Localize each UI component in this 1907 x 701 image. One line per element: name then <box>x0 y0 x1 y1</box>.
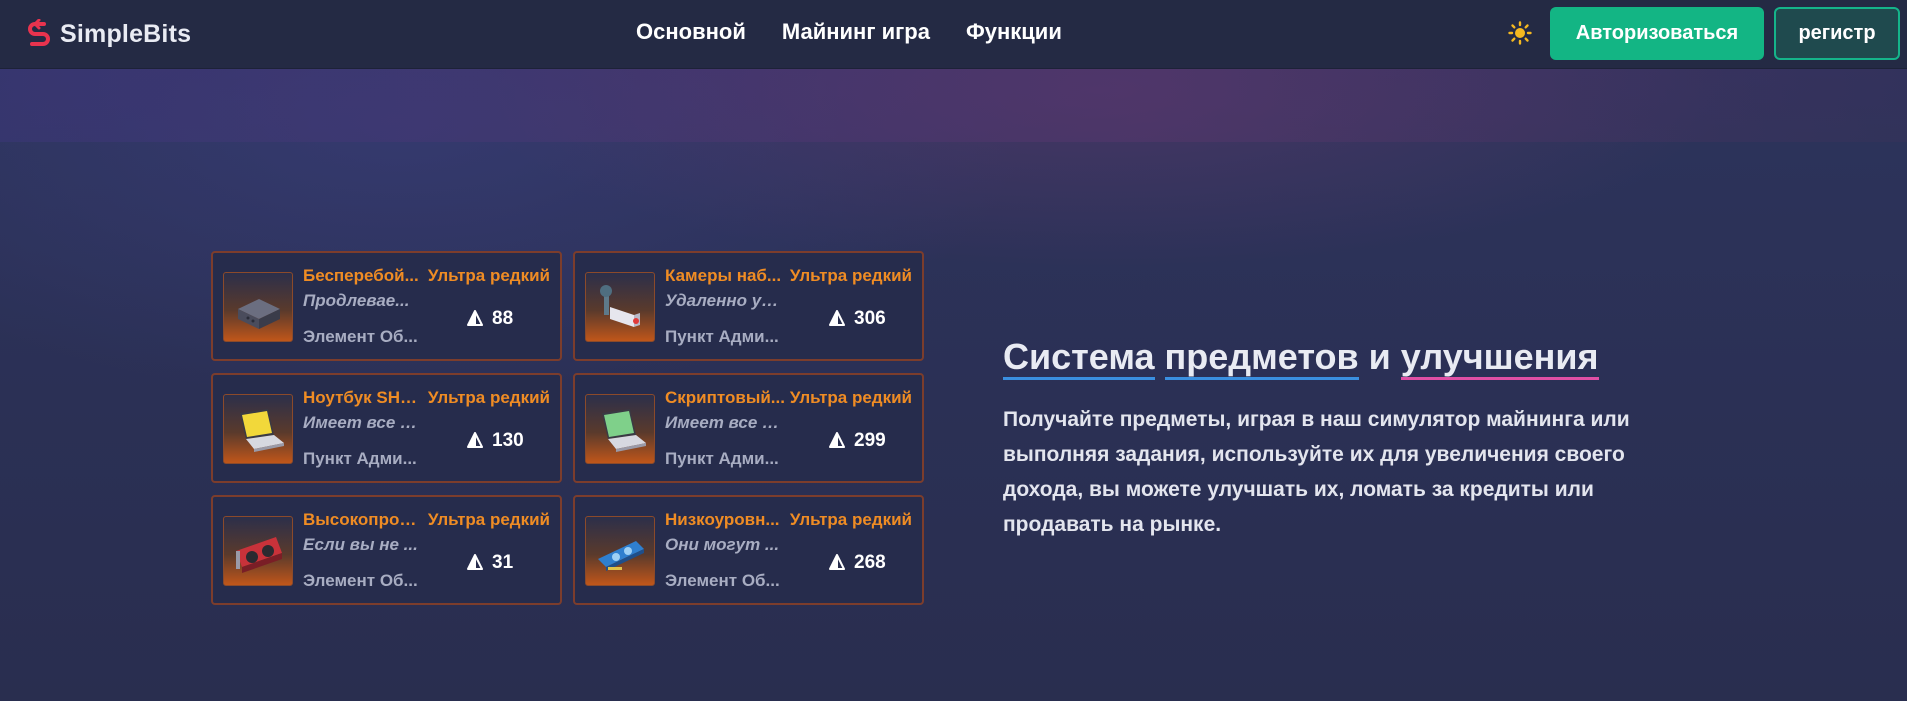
item-type: Элемент Об... <box>303 327 418 346</box>
simplebits-logo-icon <box>26 18 52 49</box>
red-gpu-icon <box>223 516 293 586</box>
main-nav: Основной Майнинг игра Функции <box>636 19 1062 45</box>
nav-link-main[interactable]: Основной <box>636 19 746 45</box>
item-card[interactable]: Камеры наб... Ультра редкий Удаленно уб.… <box>573 251 924 361</box>
item-card[interactable]: Низкоуровн... Ультра редкий Они могут ..… <box>573 495 924 605</box>
item-price-value: 306 <box>854 308 886 329</box>
brand-name: SimpleBits <box>60 19 192 48</box>
green-laptop-icon <box>585 394 655 464</box>
blue-gpu-icon <box>585 516 655 586</box>
item-type: Элемент Об... <box>665 571 780 590</box>
item-type: Пункт Адми... <box>303 449 417 468</box>
item-description: Удаленно уб... <box>665 291 783 310</box>
item-rarity: Ультра редкий <box>427 510 550 529</box>
item-name: Низкоуровн... <box>665 510 780 529</box>
item-price-value: 268 <box>854 552 886 573</box>
item-name: Ноутбук SHA... <box>303 388 423 407</box>
brand-logo[interactable]: SimpleBits <box>26 16 191 52</box>
item-price: 88 <box>466 308 513 330</box>
item-rarity: Ультра редкий <box>789 388 912 407</box>
item-price: 306 <box>828 308 886 330</box>
item-card[interactable]: Бесперебой... Ультра редкий Продлевае...… <box>211 251 562 361</box>
nav-link-features[interactable]: Функции <box>966 19 1062 45</box>
hero-band <box>0 69 1907 142</box>
item-rarity: Ультра редкий <box>427 266 550 285</box>
item-type: Элемент Об... <box>303 571 418 590</box>
item-price-value: 31 <box>492 552 514 573</box>
register-button[interactable]: регистр <box>1774 7 1900 60</box>
item-description: Имеет все н... <box>665 413 783 432</box>
item-card[interactable]: Скриптовый... Ультра редкий Имеет все н.… <box>573 373 924 483</box>
item-price-value: 88 <box>492 308 514 329</box>
item-price: 130 <box>466 430 524 452</box>
item-price-value: 130 <box>492 430 524 451</box>
item-name: Бесперебой... <box>303 266 419 285</box>
sun-icon[interactable] <box>1507 20 1533 46</box>
crystal-icon <box>829 432 845 448</box>
item-rarity: Ультра редкий <box>789 510 912 529</box>
item-card[interactable]: Ноутбук SHA... Ультра редкий Имеет все н… <box>211 373 562 483</box>
crystal-icon <box>467 554 483 570</box>
item-name: Скриптовый... <box>665 388 785 407</box>
section-title: Система предметов и улучшения <box>1003 336 1599 380</box>
nav-link-mining-game[interactable]: Майнинг игра <box>782 19 930 45</box>
items-grid: Бесперебой... Ультра редкий Продлевае...… <box>211 251 924 605</box>
yellow-laptop-icon <box>223 394 293 464</box>
item-price: 299 <box>828 430 886 452</box>
item-description: Имеет все н... <box>303 413 421 432</box>
section-description: Получайте предметы, играя в наш симулято… <box>1003 408 1630 536</box>
item-price: 268 <box>828 552 886 574</box>
login-button[interactable]: Авторизоваться <box>1550 7 1764 60</box>
crystal-icon <box>467 432 483 448</box>
crystal-icon <box>829 310 845 326</box>
crystal-icon <box>829 554 845 570</box>
item-price: 31 <box>466 552 513 574</box>
item-description: Они могут ... <box>665 535 780 554</box>
item-name: Камеры наб... <box>665 266 782 285</box>
title-word-upgrades: улучшения <box>1400 336 1599 380</box>
crystal-icon <box>467 310 483 326</box>
item-type: Пункт Адми... <box>665 449 779 468</box>
title-word-and: и <box>1368 336 1391 377</box>
item-rarity: Ультра редкий <box>427 388 550 407</box>
title-word-items: предметов <box>1164 336 1359 380</box>
item-price-value: 299 <box>854 430 886 451</box>
item-description: Если вы не ... <box>303 535 418 554</box>
top-navbar: SimpleBits Основной Майнинг игра Функции… <box>0 0 1907 69</box>
item-name: Высокопрои... <box>303 510 423 529</box>
item-type: Пункт Адми... <box>665 327 779 346</box>
ups-box-icon <box>223 272 293 342</box>
item-rarity: Ультра редкий <box>789 266 912 285</box>
item-card[interactable]: Высокопрои... Ультра редкий Если вы не .… <box>211 495 562 605</box>
security-camera-icon <box>585 272 655 342</box>
item-description: Продлевае... <box>303 291 410 310</box>
title-word-system: Система <box>1003 336 1155 380</box>
